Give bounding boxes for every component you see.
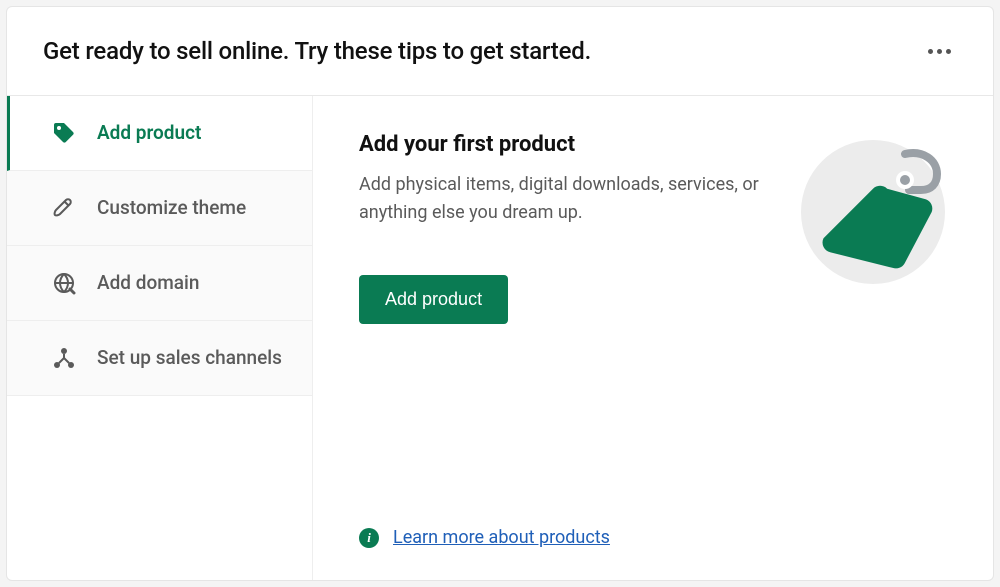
tag-icon [51, 120, 77, 146]
sidebar-item-label: Set up sales channels [97, 346, 282, 371]
learn-more-row: i Learn more about products [359, 517, 953, 548]
brush-icon [51, 195, 77, 221]
sidebar-item-label: Add product [97, 121, 201, 146]
card-body: Add product Customize theme [7, 96, 993, 580]
info-icon: i [359, 528, 379, 548]
card-header: Get ready to sell online. Try these tips… [7, 7, 993, 96]
step-title: Add your first product [359, 132, 763, 157]
sidebar-item-add-domain[interactable]: Add domain [7, 246, 312, 321]
step-content-panel: Add your first product Add physical item… [313, 96, 993, 580]
card-title: Get ready to sell online. Try these tips… [43, 37, 591, 65]
globe-icon [51, 270, 77, 296]
product-tag-illustration [793, 132, 953, 292]
sidebar-item-add-product[interactable]: Add product [7, 96, 312, 171]
add-product-button[interactable]: Add product [359, 275, 508, 324]
learn-more-link[interactable]: Learn more about products [393, 527, 610, 548]
step-description: Add physical items, digital downloads, s… [359, 171, 759, 227]
sidebar-item-sales-channels[interactable]: Set up sales channels [7, 321, 312, 396]
sidebar-item-customize-theme[interactable]: Customize theme [7, 171, 312, 246]
onboarding-card: Get ready to sell online. Try these tips… [6, 6, 994, 581]
more-dots-icon [928, 49, 933, 54]
more-menu-button[interactable] [922, 43, 957, 60]
share-icon [51, 345, 77, 371]
sidebar-item-label: Add domain [97, 271, 199, 296]
onboarding-steps-sidebar: Add product Customize theme [7, 96, 313, 580]
sidebar-item-label: Customize theme [97, 196, 246, 221]
